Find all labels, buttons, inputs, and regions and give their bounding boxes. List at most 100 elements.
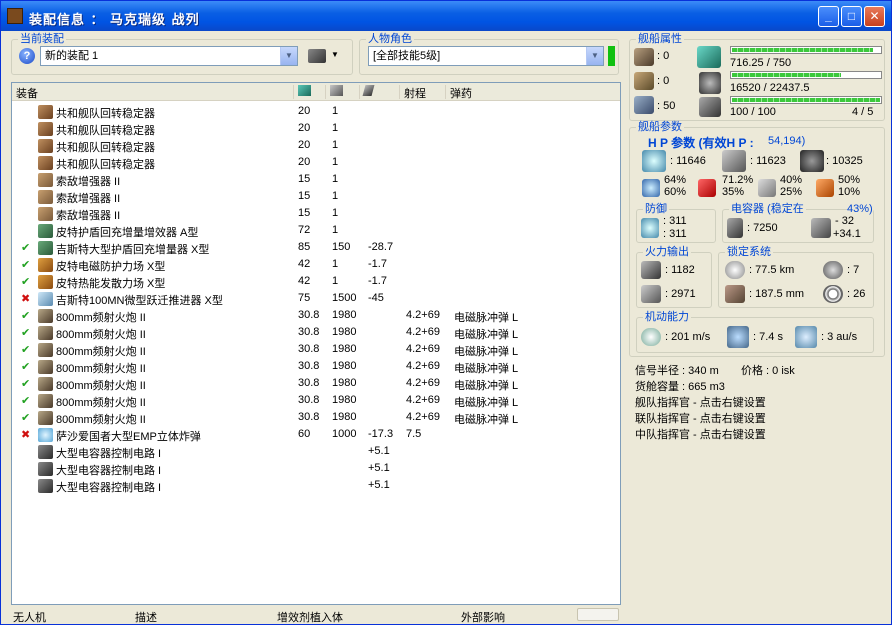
module-cpu: 85	[298, 241, 311, 253]
chevron-down-icon[interactable]: ▼	[586, 47, 603, 65]
module-name: 共和舰队回转稳定器	[56, 108, 155, 120]
active-check-icon[interactable]: ✔	[21, 309, 30, 322]
fitting-select[interactable]: 新的装配 1 ▼	[40, 46, 298, 66]
character-legend: 人物角色	[366, 32, 414, 46]
module-cpu: 72	[298, 224, 311, 236]
table-row[interactable]: ✔ 800mm频射火炮 II 30.8 1980 4.2+69 电磁脉冲弹 L	[12, 358, 620, 375]
targeting-legend: 锁定系统	[725, 246, 773, 259]
table-row[interactable]: ✔ 800mm频射火炮 II 30.8 1980 4.2+69 电磁脉冲弹 L	[12, 307, 620, 324]
module-icon	[38, 207, 53, 221]
character-group: 人物角色 [全部技能5级] ▼	[359, 32, 619, 75]
character-select[interactable]: [全部技能5级] ▼	[368, 46, 604, 66]
table-row[interactable]: 大型电容器控制电路 I +5.1	[12, 443, 620, 460]
module-icon	[38, 292, 53, 306]
ship-menu-arrow-icon[interactable]: ▼	[331, 50, 339, 59]
scan-resolution: : 187.5 mm	[749, 288, 805, 300]
table-row[interactable]: ✖ 萨沙爱国者大型EMP立体炸弹 60 1000 -17.3 7.5	[12, 426, 620, 443]
tab-boosters[interactable]: 增效剂植入体	[277, 609, 343, 625]
tab-external[interactable]: 外部影响	[461, 609, 505, 625]
cpu-value: 716.25 / 750	[730, 57, 792, 69]
table-row[interactable]: ✔ 800mm频射火炮 II 30.8 1980 4.2+69 电磁脉冲弹 L	[12, 409, 620, 426]
active-check-icon[interactable]: ✔	[21, 326, 30, 339]
fleet-commander[interactable]: 舰队指挥官 - 点击右键设置	[635, 394, 766, 410]
module-icon	[38, 343, 53, 357]
module-icon	[38, 258, 53, 272]
active-check-icon[interactable]: ✔	[21, 241, 30, 254]
module-cpu: 30.8	[298, 309, 320, 321]
table-row[interactable]: 共和舰队回转稳定器 20 1	[12, 120, 620, 137]
table-row[interactable]: ✔ 800mm频射火炮 II 30.8 1980 4.2+69 电磁脉冲弹 L	[12, 375, 620, 392]
module-power: 1980	[332, 326, 357, 338]
module-cpu: 42	[298, 258, 311, 270]
module-cpu: 30.8	[298, 411, 320, 423]
armor-hp: : 11623	[750, 155, 786, 167]
module-power: 1	[332, 156, 339, 168]
col-ammo[interactable]: 弹药	[446, 85, 620, 100]
module-range: 4.2+69	[406, 360, 440, 372]
table-row[interactable]: ✔ 800mm频射火炮 II 30.8 1980 4.2+69 电磁脉冲弹 L	[12, 324, 620, 341]
col-capacitor[interactable]	[360, 85, 400, 99]
module-capacitor: +5.1	[368, 479, 390, 491]
table-row[interactable]: ✔ 800mm频射火炮 II 30.8 1980 4.2+69 电磁脉冲弹 L	[12, 392, 620, 409]
module-name: 大型电容器控制电路 I	[56, 482, 162, 494]
offline-cross-icon[interactable]: ✖	[21, 428, 30, 441]
col-equipment[interactable]: 装备	[12, 85, 294, 100]
tab-description[interactable]: 描述	[135, 609, 157, 625]
help-icon[interactable]: ?	[19, 48, 35, 64]
fitting-window: 装配信息 ： 马克瑞级 战列 _ □ ✕ 当前装配 ? 新的装配 1 ▼ ▼ 人…	[0, 0, 892, 625]
table-row[interactable]: 共和舰队回转稳定器 20 1	[12, 154, 620, 171]
table-row[interactable]: 大型电容器控制电路 I +5.1	[12, 477, 620, 494]
cpu-icon	[298, 85, 311, 96]
table-row[interactable]: 大型电容器控制电路 I +5.1	[12, 460, 620, 477]
col-power[interactable]	[326, 85, 360, 99]
module-icon	[38, 241, 53, 255]
fitting-group: 当前装配 ? 新的装配 1 ▼ ▼	[11, 32, 353, 75]
module-list[interactable]: 装备 射程 弹药 共和舰队回转稳定器 20 1 共和舰队回转稳定器 20 1 共和舰队回转稳…	[11, 82, 621, 605]
table-row[interactable]: ✔ 皮特电磁防护力场 X型 42 1 -1.7	[12, 256, 620, 273]
active-check-icon[interactable]: ✔	[21, 258, 30, 271]
chevron-down-icon[interactable]: ▼	[280, 47, 297, 65]
active-check-icon[interactable]: ✔	[21, 343, 30, 356]
table-row[interactable]: 索敌增强器 II 15 1	[12, 171, 620, 188]
module-ammo: 电磁脉冲弹 L	[454, 414, 519, 426]
close-button[interactable]: ✕	[864, 6, 885, 27]
kinetic-resist-armor: 25%	[780, 186, 803, 198]
module-name: 索敌增强器 II	[56, 176, 121, 188]
active-check-icon[interactable]: ✔	[21, 360, 30, 373]
minimize-button[interactable]: _	[818, 6, 839, 27]
calibration-value: 100 / 100	[730, 106, 776, 118]
offline-cross-icon[interactable]: ✖	[21, 292, 30, 305]
table-row[interactable]: 索敌增强器 II 15 1	[12, 188, 620, 205]
mid-slots: : 0	[657, 75, 670, 87]
table-row[interactable]: 皮特护盾回充增量增效器 A型 72 1	[12, 222, 620, 239]
module-name: 共和舰队回转稳定器	[56, 142, 155, 154]
module-cpu: 30.8	[298, 377, 320, 389]
table-row[interactable]: ✖ 吉斯特100MN微型跃迁推进器 X型 75 1500 -45	[12, 290, 620, 307]
table-row[interactable]: 索敌增强器 II 15 1	[12, 205, 620, 222]
active-check-icon[interactable]: ✔	[21, 377, 30, 390]
table-row[interactable]: 共和舰队回转稳定器 20 1	[12, 137, 620, 154]
maximize-button[interactable]: □	[841, 6, 862, 27]
module-name: 大型电容器控制电路 I	[56, 465, 162, 477]
squad-commander[interactable]: 中队指挥官 - 点击右键设置	[635, 426, 766, 442]
table-row[interactable]: 共和舰队回转稳定器 20 1	[12, 103, 620, 120]
wing-commander[interactable]: 联队指挥官 - 点击右键设置	[635, 410, 766, 426]
module-cpu: 42	[298, 275, 311, 287]
active-check-icon[interactable]: ✔	[21, 394, 30, 407]
tab-drones[interactable]: 无人机	[13, 609, 46, 625]
low-slots: : 50	[657, 100, 676, 112]
table-row[interactable]: ✔ 800mm频射火炮 II 30.8 1980 4.2+69 电磁脉冲弹 L	[12, 341, 620, 358]
ship-menu-icon[interactable]	[308, 49, 326, 63]
col-range[interactable]: 射程	[400, 85, 446, 100]
capacitor-capacity: : 7250	[747, 222, 778, 234]
module-range: 4.2+69	[406, 309, 440, 321]
table-row[interactable]: ✔ 皮特热能发散力场 X型 42 1 -1.7	[12, 273, 620, 290]
active-check-icon[interactable]: ✔	[21, 411, 30, 424]
module-name: 萨沙爱国者大型EMP立体炸弹	[56, 431, 201, 443]
title-bar[interactable]: 装配信息 ： 马克瑞级 战列 _ □ ✕	[1, 1, 891, 31]
active-check-icon[interactable]: ✔	[21, 275, 30, 288]
module-icon	[38, 156, 53, 170]
col-cpu[interactable]	[294, 85, 326, 99]
table-row[interactable]: ✔ 吉斯特大型护盾回充增量器 X型 85 150 -28.7	[12, 239, 620, 256]
module-power: 1980	[332, 377, 357, 389]
